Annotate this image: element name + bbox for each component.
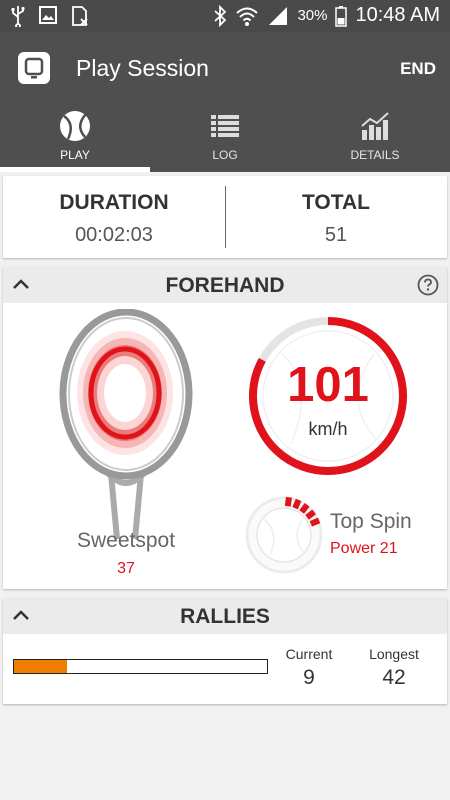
speed-value: 101 [287, 358, 369, 412]
forehand-card: FOREHAND Sweetspot 37 101 km/h Top Spin … [3, 267, 447, 589]
duration-value: 00:02:03 [75, 224, 153, 246]
spin-type-label: Top Spin [330, 510, 412, 533]
tab-play[interactable]: PLAY [0, 102, 150, 172]
sim-icon [72, 6, 88, 26]
rally-progress-fill [14, 660, 68, 673]
battery-percent: 30% [297, 7, 328, 24]
spin-power-value: Power 21 [330, 540, 398, 557]
app-bar: Play Session END [0, 32, 450, 102]
tab-details[interactable]: DETAILS [300, 102, 450, 172]
help-icon[interactable] [417, 274, 439, 296]
spin-tick [309, 517, 321, 527]
sweetspot-label: Sweetspot [76, 529, 176, 552]
bar-chart-icon [361, 112, 389, 140]
spin-tick [292, 498, 302, 510]
battery-icon [335, 5, 348, 27]
signal-icon [269, 6, 288, 25]
rallies-card: RALLIES Current 9 Longest 42 [3, 598, 447, 704]
page-title: Play Session [76, 55, 209, 81]
tab-details-label: DETAILS [350, 148, 400, 162]
current-rally: Current 9 [264, 646, 354, 690]
sweetspot-value: 37 [117, 560, 135, 577]
tennis-ball-icon [60, 111, 90, 141]
racket-sweetspot-graphic [59, 309, 193, 540]
speed-unit: km/h [308, 419, 348, 439]
spin-gauge [245, 496, 323, 574]
longest-value: 42 [382, 666, 406, 689]
wifi-icon [236, 7, 259, 26]
clock: 10:48 AM [355, 4, 440, 26]
tab-bar: PLAY LOG DETAILS [0, 102, 450, 172]
total-label: TOTAL [301, 191, 371, 214]
bluetooth-icon [214, 4, 227, 27]
spin-tick [284, 496, 292, 507]
forehand-title: FOREHAND [165, 274, 285, 297]
rallies-title: RALLIES [180, 605, 270, 628]
end-button[interactable]: END [400, 59, 436, 79]
tab-log-label: LOG [212, 148, 238, 162]
total-value: 51 [324, 224, 348, 246]
forehand-header[interactable]: FOREHAND [3, 267, 447, 303]
tab-log[interactable]: LOG [150, 102, 300, 172]
app-logo-icon[interactable] [18, 52, 50, 84]
longest-label: Longest [369, 646, 419, 662]
rallies-header[interactable]: RALLIES [3, 598, 447, 634]
rally-progress-bar [13, 659, 268, 674]
summary-card: DURATION 00:02:03 TOTAL 51 [3, 176, 447, 258]
duration-label: DURATION [59, 191, 169, 214]
usb-icon [11, 6, 25, 27]
active-tab-indicator [0, 167, 150, 172]
current-label: Current [285, 646, 333, 662]
status-bar: 30% 10:48 AM [0, 0, 450, 32]
list-icon [211, 115, 239, 137]
image-icon [39, 6, 57, 24]
current-value: 9 [303, 666, 315, 689]
tab-play-label: PLAY [60, 148, 90, 162]
longest-rally: Longest 42 [349, 646, 439, 690]
